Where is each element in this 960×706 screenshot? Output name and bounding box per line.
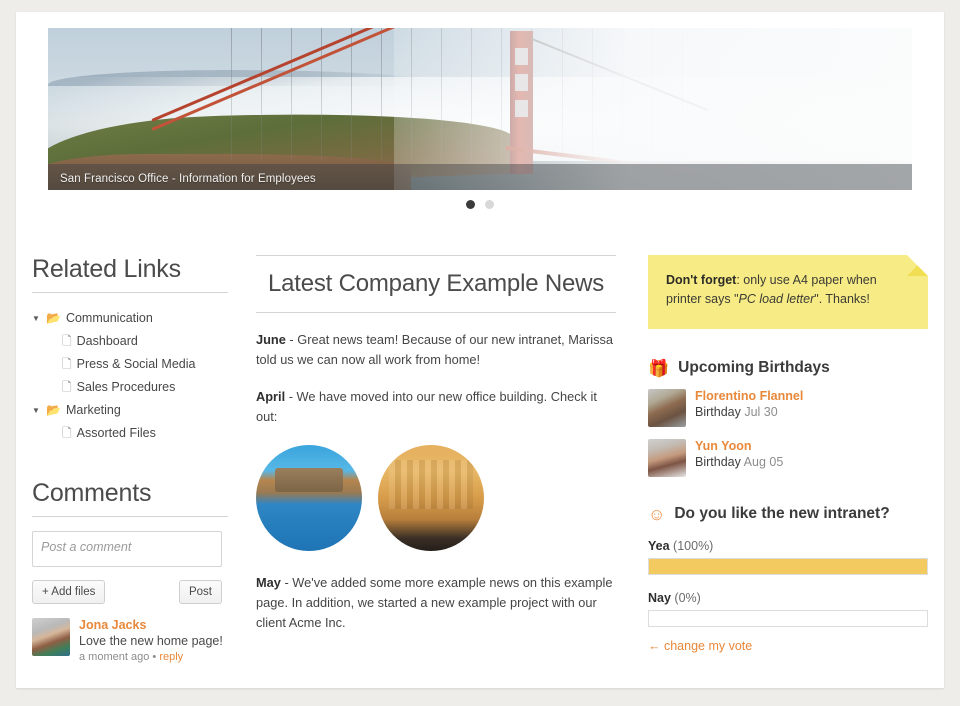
poll-option-percent: (100%) — [673, 539, 714, 553]
birthday-detail: Birthday Jul 30 — [695, 405, 803, 419]
comment-actions: + Add files Post — [32, 580, 222, 604]
tree-item-label: Assorted Files — [76, 426, 156, 440]
avatar[interactable] — [32, 618, 70, 656]
birthday-list-item: Florentino Flannel Birthday Jul 30 — [648, 389, 928, 427]
poll-bar-yea[interactable] — [648, 558, 928, 575]
tree-item-sales-procedures[interactable]: 🗋 Sales Procedures — [32, 376, 228, 399]
carousel-dots[interactable] — [16, 200, 944, 209]
add-files-button[interactable]: + Add files — [32, 580, 106, 604]
folder-icon: 📂 — [46, 403, 61, 417]
news-dash: - — [280, 575, 293, 590]
news-dash: - — [285, 389, 297, 404]
note-emphasis: PC load letter — [738, 292, 815, 306]
tree-item-label: Sales Procedures — [76, 380, 176, 394]
comment-list-item: Jona Jacks Love the new home page! a mom… — [32, 618, 228, 663]
news-month: May — [256, 575, 281, 590]
caret-down-icon[interactable]: ▼ — [32, 402, 41, 419]
birthdays-title: Upcoming Birthdays — [678, 359, 830, 376]
birthday-label: Birthday — [695, 405, 741, 419]
poll-option-nay-label: Nay (0%) — [648, 591, 928, 605]
related-links-title: Related Links — [32, 255, 228, 293]
birthdays-header: 🎁 Upcoming Birthdays — [648, 359, 928, 377]
comment-reply-link[interactable]: reply — [159, 651, 183, 663]
birthday-date: Jul 30 — [744, 405, 778, 419]
wooden-auditorium-photo[interactable] — [378, 445, 484, 551]
file-icon: 🗋 — [62, 380, 72, 394]
avatar[interactable] — [648, 439, 686, 477]
page-card: San Francisco Office - Information for E… — [16, 12, 944, 688]
comment-time: a moment ago — [79, 651, 150, 663]
left-sidebar: Related Links ▼ 📂 Communication 🗋 Dashbo… — [32, 255, 228, 663]
tree-item-press-social-media[interactable]: 🗋 Press & Social Media — [32, 353, 228, 376]
note-fold-cut — [907, 255, 928, 276]
smiley-icon: ☺ — [648, 504, 666, 524]
file-icon: 🗋 — [62, 334, 72, 348]
poll-header: ☺ Do you like the new intranet? — [648, 505, 928, 523]
news-post-june: June - Great news team! Because of our n… — [256, 330, 616, 370]
birthday-detail: Birthday Aug 05 — [695, 455, 783, 469]
tree-item-assorted-files[interactable]: 🗋 Assorted Files — [32, 422, 228, 445]
news-dash: - — [285, 332, 298, 347]
comment-input[interactable] — [32, 531, 222, 567]
news-body: We have moved into our new office buildi… — [256, 389, 597, 424]
birthday-date: Aug 05 — [743, 455, 784, 469]
poll-option-name: Yea — [648, 539, 670, 553]
poll-bar-fill — [649, 559, 927, 574]
carousel-dot-1[interactable] — [466, 200, 475, 209]
comment-author[interactable]: Jona Jacks — [79, 618, 223, 632]
poll-bar-nay[interactable] — [648, 610, 928, 627]
note-tail: ". Thanks! — [814, 292, 870, 306]
change-vote-link[interactable]: ← change my vote — [648, 639, 928, 653]
comments-section: Comments + Add files Post Jona Jacks Lov… — [32, 479, 228, 663]
news-header: Latest Company Example News — [256, 255, 616, 313]
comment-meta: a moment ago • reply — [79, 651, 223, 663]
tree-item-label: Press & Social Media — [76, 357, 196, 371]
related-links-tree[interactable]: ▼ 📂 Communication 🗋 Dashboard 🗋 Press & … — [32, 307, 228, 445]
poll-option-name: Nay — [648, 591, 671, 605]
poll-question: Do you like the new intranet? — [674, 505, 890, 522]
page-title: Latest Company Example News — [267, 270, 605, 297]
folder-icon: 📂 — [46, 311, 61, 325]
museum-reflection-photo[interactable] — [256, 445, 362, 551]
right-sidebar: Don't forget: only use A4 paper when pri… — [648, 255, 928, 653]
poll-option-percent: (0%) — [674, 591, 701, 605]
birthday-person-name[interactable]: Yun Yoon — [695, 439, 783, 453]
news-body: We've added some more example news on th… — [256, 575, 613, 630]
gift-icon: 🎁 — [648, 358, 670, 378]
birthday-person-name[interactable]: Florentino Flannel — [695, 389, 803, 403]
news-month: June — [256, 332, 286, 347]
file-icon: 🗋 — [62, 426, 72, 440]
tree-item-label: Dashboard — [76, 334, 138, 348]
birthday-label: Birthday — [695, 455, 741, 469]
news-post-may: May - We've added some more example news… — [256, 573, 616, 633]
note-lead: Don't forget — [666, 273, 737, 287]
hero-caption: San Francisco Office - Information for E… — [60, 173, 316, 185]
sticky-note: Don't forget: only use A4 paper when pri… — [648, 255, 928, 329]
comment-body: Love the new home page! — [79, 634, 223, 648]
tree-item-label: Marketing — [65, 403, 121, 417]
news-image-gallery — [256, 445, 616, 551]
news-body: Great news team! Because of our new intr… — [256, 332, 614, 367]
news-post-april: April - We have moved into our new offic… — [256, 387, 616, 427]
hero-carousel[interactable]: San Francisco Office - Information for E… — [48, 28, 912, 190]
avatar[interactable] — [648, 389, 686, 427]
birthday-list-item: Yun Yoon Birthday Aug 05 — [648, 439, 928, 477]
news-month: April — [256, 389, 286, 404]
comment-separator: • — [152, 651, 157, 663]
main-content: Latest Company Example News June - Great… — [256, 255, 616, 633]
carousel-dot-2[interactable] — [485, 200, 494, 209]
tree-item-communication[interactable]: ▼ 📂 Communication — [32, 307, 228, 330]
tree-item-label: Communication — [65, 311, 153, 325]
hero-image-golden-gate: San Francisco Office - Information for E… — [48, 28, 912, 190]
file-icon: 🗋 — [62, 357, 72, 371]
caret-down-icon[interactable]: ▼ — [32, 310, 41, 327]
comments-title: Comments — [32, 479, 228, 517]
poll-option-yea-label: Yea (100%) — [648, 539, 928, 553]
tree-item-marketing[interactable]: ▼ 📂 Marketing — [32, 399, 228, 422]
tree-item-dashboard[interactable]: 🗋 Dashboard — [32, 330, 228, 353]
post-comment-button[interactable]: Post — [178, 580, 222, 604]
